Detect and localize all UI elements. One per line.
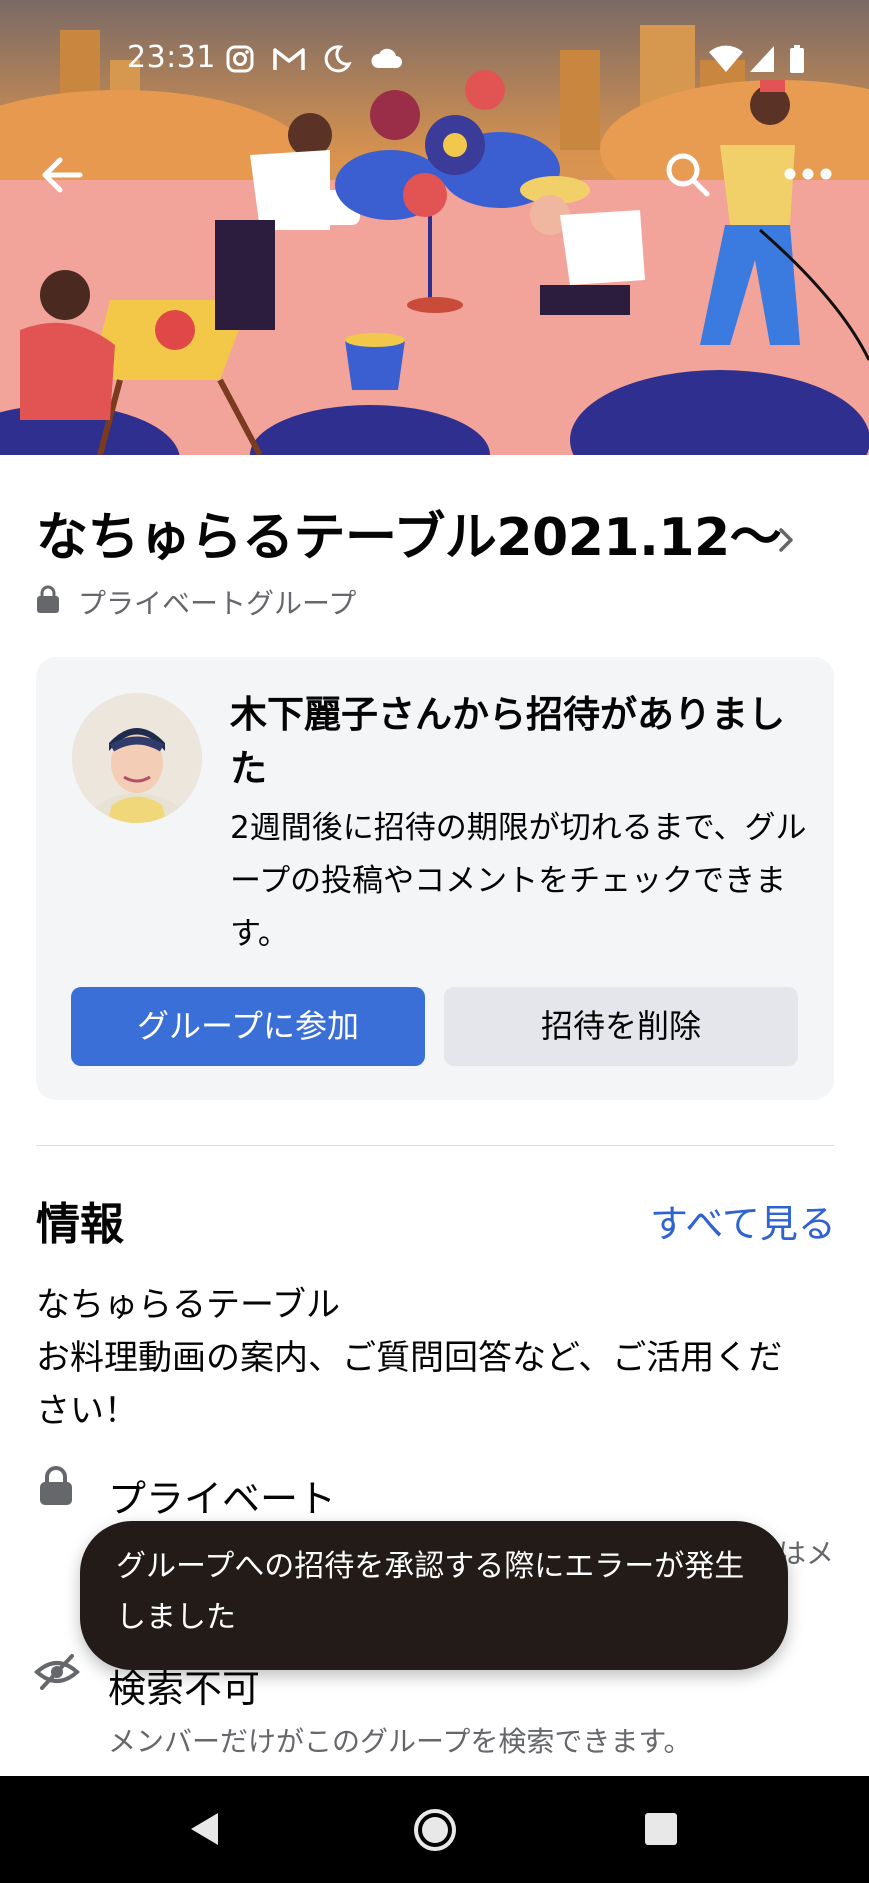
group-privacy-label: プライベートグループ [78,587,357,620]
toast-message: グループへの招待を承認する際にエラーが発生しました [116,1549,745,1635]
instagram-icon [225,44,255,78]
lock-icon [36,584,60,618]
battery-icon [788,44,806,78]
hidden-description: メンバーだけがこのグループを検索できます。 [108,1725,692,1758]
nav-back-icon[interactable] [188,1810,222,1852]
group-title[interactable]: なちゅらるテーブル2021.12〜 [36,495,782,570]
delete-invite-button[interactable]: 招待を削除 [444,987,798,1066]
lock-icon [38,1465,74,1511]
divider [36,1145,834,1146]
private-title: プライベート [108,1477,337,1521]
search-icon[interactable] [663,150,713,204]
status-bar: 23:31 [0,0,869,120]
signal-icon [748,44,776,78]
avatar[interactable] [72,693,202,823]
group-description: なちゅらるテーブル お料理動画の案内、ご質問回答など、ご活用くだ さい！ [36,1279,836,1438]
nav-recents-icon[interactable] [643,1811,679,1851]
invite-title: 木下麗子さんから招待がありました [230,693,785,790]
gmail-icon [272,44,306,78]
do-not-disturb-icon [322,44,352,78]
description-line: さい！ [36,1391,138,1431]
see-all-link[interactable]: すべて見る [650,1193,836,1248]
status-time: 23:31 [127,40,216,75]
nav-home-icon[interactable] [413,1808,457,1856]
eye-off-icon [34,1652,80,1696]
description-line: お料理動画の案内、ご質問回答など、ご活用くだ [36,1338,783,1378]
chevron-right-icon[interactable] [776,525,796,559]
wifi-icon [708,44,744,78]
system-nav-bar [0,1776,869,1883]
cloud-icon [370,44,404,78]
back-arrow-icon[interactable] [40,155,84,199]
error-toast: グループへの招待を承認する際にエラーが発生しました [80,1521,788,1670]
invite-description: 2週間後に招待の期限が切れるまで、グループの投稿やコメントをチェックできます。 [230,810,807,952]
more-icon[interactable] [783,166,833,186]
description-line: なちゅらるテーブル [36,1285,340,1325]
info-heading: 情報 [36,1199,124,1250]
join-group-button[interactable]: グループに参加 [71,987,425,1066]
